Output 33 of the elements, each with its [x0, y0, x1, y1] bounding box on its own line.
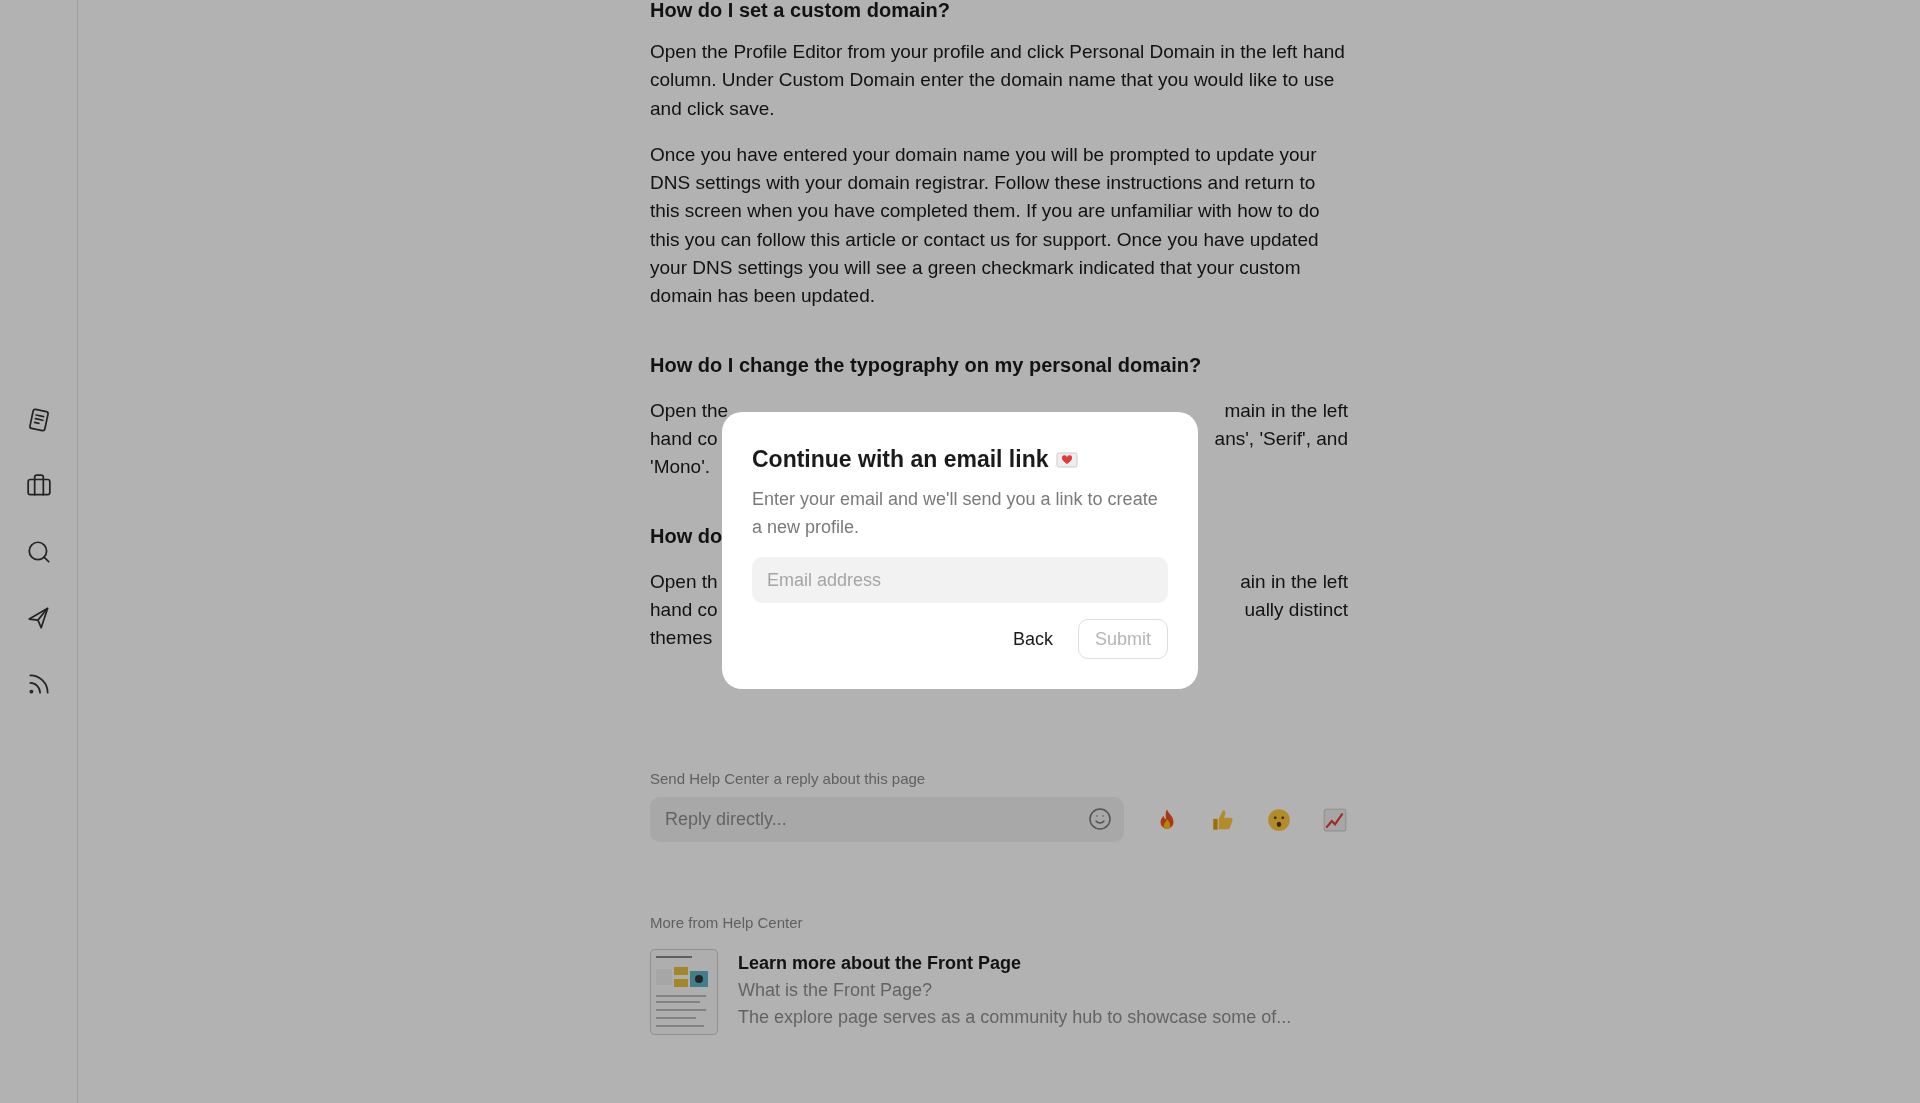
paragraph-fragment: ually distinct — [1244, 597, 1348, 622]
dialog-description: Enter your email and we'll send you a link to create a new profile. — [752, 488, 1159, 539]
paragraph-fragment: main in the left — [1224, 398, 1348, 423]
paragraph: Once you have entered your domain name you will be prompted to update your DNS settings with your domain registrar. Follow these instructions and return to this screen when you have completed them. If you are unfamiliar with how to do this you can follow this article or contact us for support. Once you have updated your DNS settings you will see a green checkmark indicated that your custom domain has been updated. — [650, 142, 1321, 309]
reaction-button[interactable] — [1266, 806, 1292, 833]
paragraph-fragment: themes — [650, 626, 713, 651]
chart-increasing-icon — [1322, 806, 1348, 833]
reply-label: Send Help Center a reply about this page — [650, 770, 927, 788]
reply-field[interactable]: Reply directly... — [650, 797, 1124, 843]
card-title: Learn more about the Front Page — [738, 953, 1023, 975]
search-icon — [25, 538, 52, 565]
paragraph: Open the Profile Editor from your profile and click Personal Domain in the left hand column. Under Custom Domain enter the domain name that you would like to use and click save. — [650, 40, 1346, 121]
paragraph-fragment: ain in the left — [1240, 569, 1348, 594]
paragraph-fragment: ans', 'Serif', and — [1214, 426, 1348, 451]
paragraph-fragment: 'Mono'. — [650, 455, 711, 480]
section-heading: How do I set a custom domain? — [650, 0, 951, 20]
paragraph-fragment: hand co — [650, 426, 718, 451]
section-heading: How do — [650, 523, 723, 549]
dialog-title: Continue with an email link — [752, 446, 1049, 473]
card-excerpt: The explore page serves as a community hub to showcase some of... — [738, 1007, 1292, 1029]
surprised-face-icon — [1266, 806, 1292, 833]
email-field[interactable]: Email address — [752, 557, 1168, 603]
document-thumbnail[interactable] — [650, 949, 718, 1036]
reaction-button[interactable] — [1322, 806, 1348, 833]
card-subtitle: What is the Front Page? — [738, 980, 934, 1002]
paragraph-fragment: Open th — [650, 569, 718, 594]
love-letter-icon — [1056, 450, 1079, 469]
more-label: More from Help Center — [650, 914, 804, 932]
emoji-picker-icon[interactable] — [1088, 807, 1112, 832]
paragraph-fragment: hand co — [650, 597, 718, 622]
section-heading: How do I change the typography on my personal domain? — [650, 352, 1202, 378]
briefcase-icon — [25, 472, 52, 499]
paragraph-fragment: Open the — [650, 398, 729, 423]
